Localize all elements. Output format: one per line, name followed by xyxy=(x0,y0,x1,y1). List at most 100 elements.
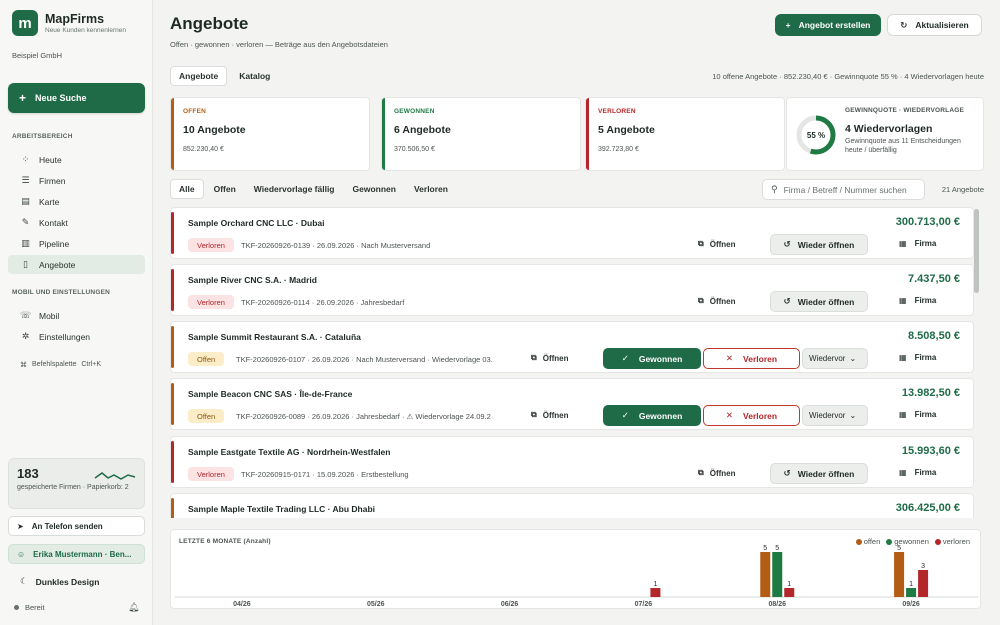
refresh-label: Aktualisieren xyxy=(915,20,969,30)
filter-gewonnen[interactable]: Gewonnen xyxy=(345,179,404,199)
kpi-value: 10 Angebote xyxy=(183,124,246,136)
kpi-label: GEWONNEN xyxy=(394,108,435,115)
filter-alle[interactable]: Alle xyxy=(170,179,204,199)
company-label: Firma xyxy=(914,296,937,305)
offer-row[interactable]: Sample Maple Textile Trading LLC · Abu D… xyxy=(170,493,974,518)
open-document-button[interactable]: ⧉ Öffnen xyxy=(531,353,569,363)
mark-lost-button[interactable]: ✕ Verloren xyxy=(703,348,800,369)
tab-angebote[interactable]: Angebote xyxy=(170,66,228,86)
reopen-button[interactable]: ↺ Wieder öffnen xyxy=(770,291,868,312)
building-icon: ▦ xyxy=(899,239,907,248)
offer-row[interactable]: Sample Beacon CNC SAS · Île-de-France 13… xyxy=(170,378,974,430)
phone-icon: ☏ xyxy=(20,310,32,320)
building-icon: ▦ xyxy=(899,410,907,419)
kpi-won[interactable]: GEWONNEN 6 Angebote 370.506,50 € xyxy=(381,97,581,171)
dark-mode-toggle[interactable]: ☾ Dunkles Design xyxy=(20,576,99,587)
filter-offen[interactable]: Offen xyxy=(206,179,244,199)
open-document-button[interactable]: ⧉ Öffnen xyxy=(698,296,736,306)
sidebar-item-karte[interactable]: ▤ Karte xyxy=(8,192,145,211)
sidebar-item-firmen[interactable]: ☰ Firmen xyxy=(8,171,145,190)
open-document-button[interactable]: ⧉ Öffnen xyxy=(698,468,736,478)
list-scrollbar[interactable] xyxy=(974,209,979,293)
lost-label: Verloren xyxy=(743,410,778,421)
filter-bar: Alle Offen Wiedervorlage fällig Gewonnen… xyxy=(170,179,456,199)
sidebar-item-label: Mobil xyxy=(39,310,60,321)
kpi-win-rate[interactable]: 55 % GEWINNQUOTE · WIEDERVORLAGE 4 Wiede… xyxy=(786,97,984,171)
refresh-button[interactable]: ↻ Aktualisieren xyxy=(887,14,982,36)
mark-won-button[interactable]: ✓ Gewonnen xyxy=(603,405,701,426)
open-label: Öffnen xyxy=(542,410,569,420)
bell-icon[interactable]: 🔔︎ xyxy=(128,602,139,613)
refresh-icon: ↻ xyxy=(900,19,908,30)
mark-lost-button[interactable]: ✕ Verloren xyxy=(703,405,800,426)
bar-value-label: 1 xyxy=(787,581,791,588)
sidebar-item-heute[interactable]: ⁘ Heute xyxy=(8,150,145,169)
followup-select[interactable]: Wiedervor ⌄ xyxy=(802,348,868,369)
x-tick-label: 04/26 xyxy=(233,601,251,608)
command-palette-shortcut: Ctrl+K xyxy=(81,361,102,368)
pipeline-icon: ▥ xyxy=(21,238,30,248)
company-button[interactable]: ▦ Firma xyxy=(899,296,936,305)
offer-meta: TKF-20260926-0107 · 26.09.2026 · Nach Mu… xyxy=(236,355,493,364)
offer-row[interactable]: Sample Eastgate Textile AG · Nordrhein-W… xyxy=(170,436,974,488)
send-to-phone-button[interactable]: ➤ An Telefon senden xyxy=(8,516,145,536)
kpi-open[interactable]: OFFEN 10 Angebote 852.230,40 € xyxy=(170,97,370,171)
kpi-lost[interactable]: VERLOREN 5 Angebote 392.723,80 € xyxy=(585,97,785,171)
open-document-button[interactable]: ⧉ Öffnen xyxy=(531,410,569,420)
sidebar-item-angebote[interactable]: ▯ Angebote xyxy=(8,255,145,274)
gear-icon: ✲ xyxy=(21,331,30,341)
page-subtitle: Offen · gewonnen · verloren — Beträge au… xyxy=(170,40,388,49)
bar-offen xyxy=(760,552,771,597)
user-button[interactable]: ☺ Erika Mustermann · Ben... xyxy=(8,544,145,564)
sidebar-item-kontakt[interactable]: ✎ Kontakt xyxy=(8,213,145,232)
create-offer-button[interactable]: + Angebot erstellen xyxy=(775,14,881,36)
bar-value-label: 1 xyxy=(909,581,913,588)
sidebar-item-einstellungen[interactable]: ✲ Einstellungen xyxy=(8,327,145,346)
filter-wiedervorlage[interactable]: Wiedervorlage fällig xyxy=(246,179,343,199)
search-input[interactable] xyxy=(783,184,914,195)
saved-firms-card: 183 gespeicherte Firmen · Papierkorb: 2 xyxy=(8,458,145,509)
bar-offen xyxy=(894,552,905,597)
map-icon: ▤ xyxy=(21,196,30,206)
offer-list: Sample Orchard CNC LLC · Dubai 300.713,0… xyxy=(170,207,974,518)
open-document-button[interactable]: ⧉ Öffnen xyxy=(698,239,736,249)
followup-select[interactable]: Wiedervor ⌄ xyxy=(802,405,868,426)
sidebar-item-label: Heute xyxy=(39,154,62,165)
search-box: ⚲ xyxy=(762,179,925,200)
tab-katalog[interactable]: Katalog xyxy=(231,66,278,86)
company-button[interactable]: ▦ Firma xyxy=(899,468,936,477)
sidebar-item-label: Firmen xyxy=(39,175,66,186)
filter-verloren[interactable]: Verloren xyxy=(406,179,456,199)
reopen-button[interactable]: ↺ Wieder öffnen xyxy=(770,234,868,255)
mark-won-button[interactable]: ✓ Gewonnen xyxy=(603,348,701,369)
status-bar xyxy=(171,326,174,368)
legend-item: verloren xyxy=(934,537,970,546)
sidebar-item-pipeline[interactable]: ▥ Pipeline xyxy=(8,234,145,253)
undo-icon: ↺ xyxy=(783,296,791,306)
company-button[interactable]: ▦ Firma xyxy=(899,239,936,248)
win-rate-donut: 55 % xyxy=(796,115,836,155)
company-button[interactable]: ▦ Firma xyxy=(899,410,936,419)
offer-row[interactable]: Sample Orchard CNC LLC · Dubai 300.713,0… xyxy=(170,207,974,259)
legend-item: gewonnen xyxy=(886,537,929,546)
offer-amount: 15.993,60 € xyxy=(901,445,960,457)
followup-value: Wiedervor xyxy=(809,411,846,420)
offer-row[interactable]: Sample River CNC S.A. · Madrid 7.437,50 … xyxy=(170,264,974,316)
status-label: Bereit xyxy=(25,603,45,612)
kpi-sum: 370.506,50 € xyxy=(394,146,435,153)
company-button[interactable]: ▦ Firma xyxy=(899,353,936,362)
reopen-label: Wieder öffnen xyxy=(797,468,855,479)
x-tick-label: 09/26 xyxy=(902,601,920,608)
offer-title: Sample River CNC S.A. · Madrid xyxy=(188,275,317,285)
result-count: 21 Angebote xyxy=(941,185,984,194)
status-indicator: Bereit xyxy=(14,603,45,612)
new-search-button[interactable]: + Neue Suche xyxy=(8,83,145,113)
sidebar-item-label: Pipeline xyxy=(39,238,70,249)
offer-row[interactable]: Sample Summit Restaurant S.A. · Cataluña… xyxy=(170,321,974,373)
sidebar-item-mobil[interactable]: ☏ Mobil xyxy=(8,306,145,325)
app-name: MapFirms xyxy=(45,12,105,26)
command-palette-link[interactable]: ⌘ Befehlspalette Ctrl+K xyxy=(20,361,101,369)
kpi-sum: 852.230,40 € xyxy=(183,146,224,153)
bar-value-label: 5 xyxy=(763,545,767,552)
reopen-button[interactable]: ↺ Wieder öffnen xyxy=(770,463,868,484)
